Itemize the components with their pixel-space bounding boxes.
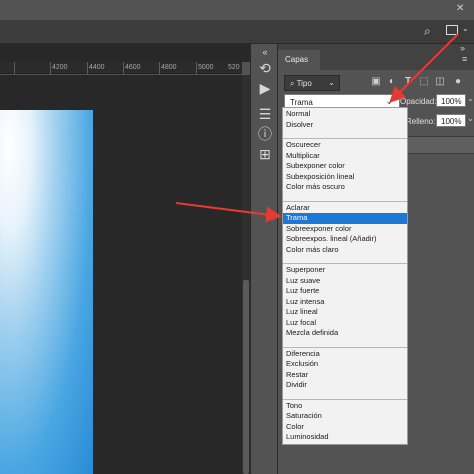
blend-option[interactable]: Superponer <box>283 265 407 276</box>
panel-dock-icons: « ⟲ ▶ ☰ ⓘ ⊞ <box>250 44 278 474</box>
blend-option[interactable]: Luminosidad <box>283 432 407 443</box>
adjustment-filter-icon[interactable]: ◐ <box>386 75 398 89</box>
layer-row[interactable] <box>406 136 474 154</box>
fill-field[interactable]: 100% <box>436 114 466 127</box>
blend-option[interactable]: Exclusión <box>283 359 407 370</box>
filter-label: Tipo <box>296 79 312 88</box>
blend-option[interactable]: Luz fuerte <box>283 286 407 297</box>
type-filter-icon[interactable]: T <box>402 75 414 89</box>
menu-bar: ✕ <box>0 0 474 20</box>
blend-menu-section: Aclarar Trama Sobreexponer color Sobreex… <box>283 202 407 264</box>
blend-option[interactable]: Color más claro <box>283 245 407 256</box>
brush-settings-icon[interactable]: ⊞ <box>255 144 275 164</box>
blend-menu-section: Diferencia Exclusión Restar Dividir <box>283 348 407 400</box>
blend-menu-section: Oscurecer Multiplicar Subexponer color S… <box>283 139 407 202</box>
image-filter-icon[interactable]: ▣ <box>370 75 382 89</box>
chevron-down-icon: ⌄ <box>385 96 393 106</box>
document-tab-bar <box>0 44 250 62</box>
ruler-label: 4600 <box>125 64 141 71</box>
blend-option[interactable]: Mezcla definida <box>283 328 407 339</box>
panel-menu-icon[interactable]: ≡ <box>462 54 467 64</box>
blend-mode-value: Trama <box>290 98 313 107</box>
workspace-icon[interactable] <box>446 25 458 35</box>
blend-option[interactable]: Disolver <box>283 120 407 131</box>
blend-option[interactable]: Luz lineal <box>283 307 407 318</box>
smart-object-filter-icon[interactable]: ◫ <box>434 75 446 89</box>
blend-option[interactable]: Color más oscuro <box>283 182 407 193</box>
actions-play-icon[interactable]: ▶ <box>255 78 275 98</box>
blend-option[interactable]: Restar <box>283 370 407 381</box>
chevron-down-icon[interactable]: ⌄ <box>462 24 469 33</box>
horizontal-ruler: 4200 4400 4600 4800 5000 520 <box>0 62 242 74</box>
photoshop-window: ✕ ⌕ ⌄ 4200 4400 4600 4800 5000 520 « ⟲ ▶… <box>0 0 474 474</box>
blend-option-selected[interactable]: Trama <box>283 213 407 224</box>
close-icon[interactable]: ✕ <box>456 3 464 14</box>
blend-option[interactable]: Color <box>283 422 407 433</box>
blend-option[interactable]: Luz intensa <box>283 297 407 308</box>
layer-filter-select[interactable]: ⌕ Tipo ⌄ <box>284 75 340 91</box>
shape-filter-icon[interactable]: ⬚ <box>418 75 430 89</box>
blend-option[interactable]: Diferencia <box>283 349 407 360</box>
ruler-label: 520 <box>228 64 240 71</box>
blend-menu-section: Superponer Luz suave Luz fuerte Luz inte… <box>283 264 407 348</box>
blend-option[interactable]: Aclarar <box>283 203 407 214</box>
chevron-down-icon[interactable]: ⌄ <box>467 94 474 103</box>
blend-menu-section: Tono Saturación Color Luminosidad <box>283 400 407 451</box>
search-icon[interactable]: ⌕ <box>424 24 431 39</box>
opacity-label: Opacidad: <box>400 97 437 106</box>
opacity-field[interactable]: 100% <box>436 94 466 107</box>
blend-option[interactable]: Subexposición lineal <box>283 172 407 183</box>
document-image <box>0 110 93 474</box>
panel-header: » Capas ≡ <box>278 43 474 70</box>
info-icon[interactable]: ⓘ <box>255 124 275 144</box>
collapse-panel-icon[interactable]: » <box>460 43 465 53</box>
ruler-label: 4800 <box>161 64 177 71</box>
scrollbar-thumb[interactable] <box>243 280 249 474</box>
blend-option[interactable]: Luz suave <box>283 276 407 287</box>
filter-toggle-icon[interactable]: ● <box>452 75 464 89</box>
chevron-down-icon: ⌄ <box>328 78 335 87</box>
blend-option[interactable]: Dividir <box>283 380 407 391</box>
blend-option[interactable]: Tono <box>283 401 407 412</box>
blend-option[interactable]: Normal <box>283 109 407 120</box>
blend-option[interactable]: Luz focal <box>283 318 407 329</box>
blend-option[interactable]: Sobreexponer color <box>283 224 407 235</box>
blend-option[interactable]: Saturación <box>283 411 407 422</box>
ruler-label: 4200 <box>52 64 68 71</box>
adjustments-icon[interactable]: ☰ <box>255 104 275 124</box>
ruler-label: 5000 <box>198 64 214 71</box>
tab-capas[interactable]: Capas <box>278 50 320 70</box>
blend-mode-menu: Normal Disolver Oscurecer Multiplicar Su… <box>282 107 408 445</box>
blend-option[interactable]: Multiplicar <box>283 151 407 162</box>
blend-option[interactable]: Sobreexpos. lineal (Añadir) <box>283 234 407 245</box>
blend-menu-section: Normal Disolver <box>283 108 407 139</box>
blend-option[interactable]: Oscurecer <box>283 140 407 151</box>
fill-label: Relleno: <box>406 117 436 126</box>
history-icon[interactable]: ⟲ <box>255 58 275 78</box>
blend-option[interactable]: Subexponer color <box>283 161 407 172</box>
ruler-label: 4400 <box>89 64 105 71</box>
options-bar: ⌕ ⌄ <box>0 20 474 44</box>
chevron-down-icon[interactable]: ⌄ <box>467 114 474 123</box>
